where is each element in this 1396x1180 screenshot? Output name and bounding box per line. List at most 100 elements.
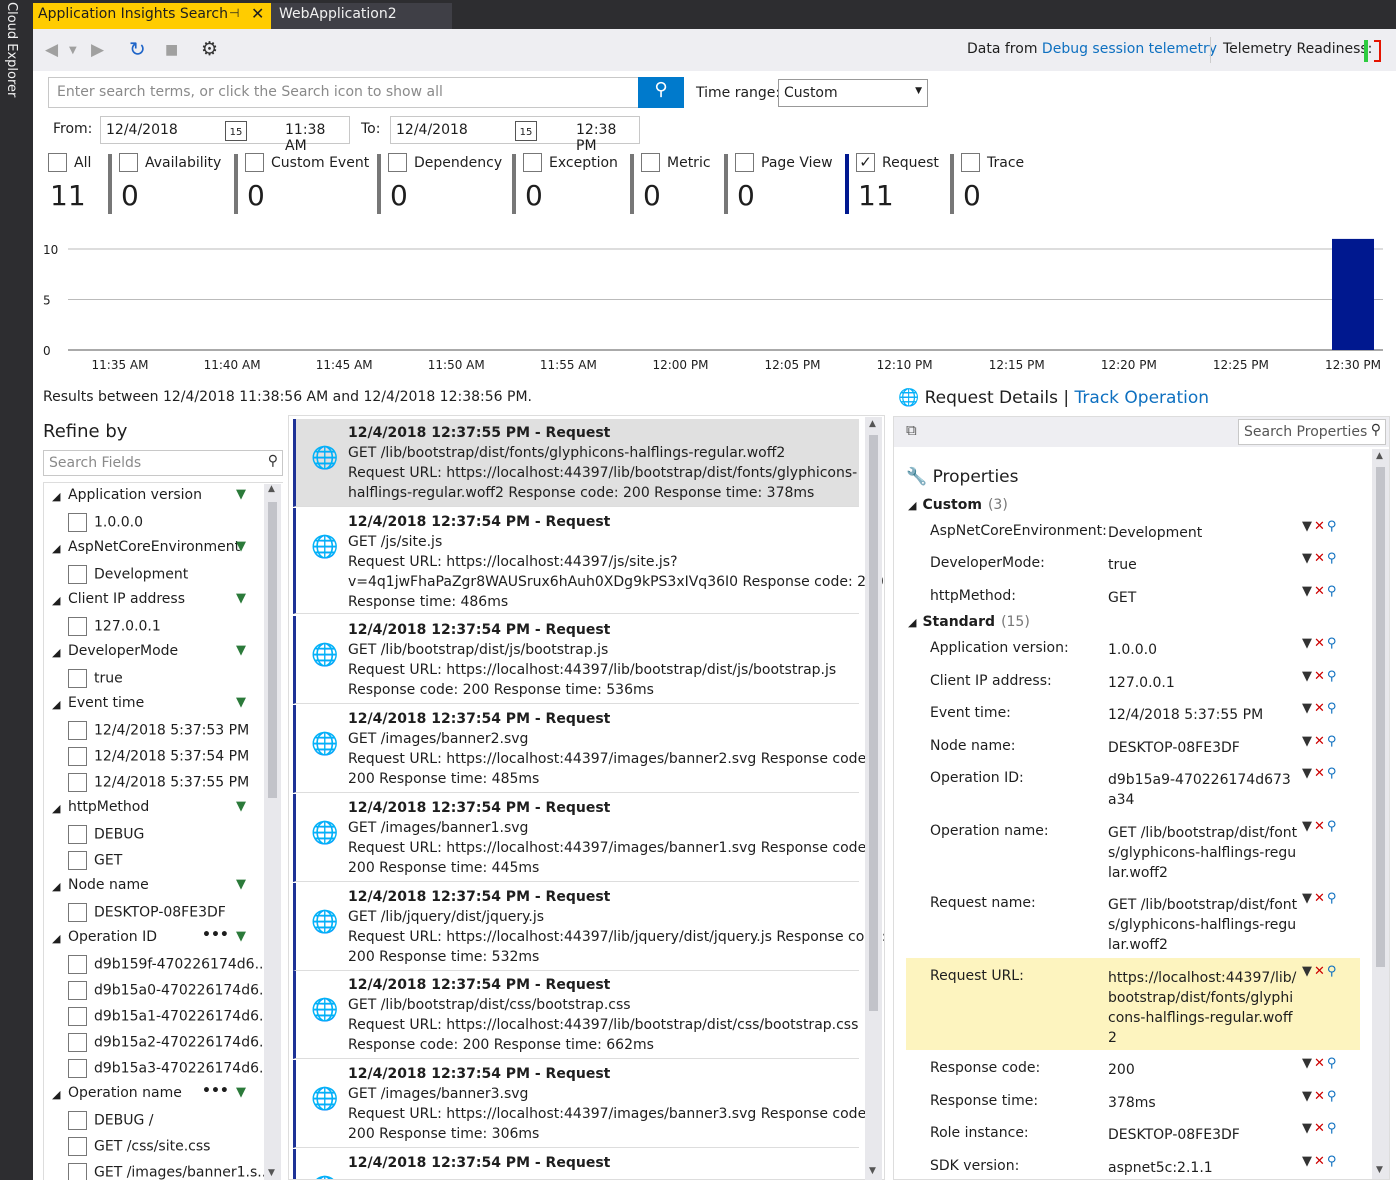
filter-icon[interactable]: ▼ bbox=[1302, 964, 1314, 979]
stop-icon[interactable]: ■ bbox=[165, 42, 178, 58]
data-source-link[interactable]: Debug session telemetry bbox=[1042, 41, 1217, 57]
refine-item[interactable]: 12/4/2018 5:37:54 PM bbox=[68, 747, 249, 766]
checkbox[interactable] bbox=[68, 1007, 87, 1026]
refine-item[interactable]: 12/4/2018 5:37:55 PM bbox=[68, 773, 249, 792]
histogram-bar[interactable] bbox=[1332, 238, 1374, 350]
property-group-standard[interactable]: ◢ Standard (15) bbox=[908, 614, 1030, 630]
filter-icon[interactable]: ▼ bbox=[1302, 819, 1314, 834]
refine-item[interactable]: 12/4/2018 5:37:53 PM bbox=[68, 721, 249, 740]
forward-icon[interactable]: ▶ bbox=[91, 40, 104, 60]
search-value-icon[interactable]: ⚲ bbox=[1327, 766, 1339, 781]
from-date-picker[interactable]: 12/4/2018 15 11:38 AM bbox=[100, 116, 350, 154]
field-search-input[interactable]: Search Fields ⚲ bbox=[43, 450, 283, 476]
checkbox[interactable] bbox=[119, 153, 138, 172]
telemetry-histogram[interactable]: 10 5 0 11:35 AM 11:40 AM 11:45 AM 11:50 AM 11:5… bbox=[33, 230, 1396, 380]
scrollbar-thumb[interactable] bbox=[869, 435, 878, 1011]
refine-group[interactable]: Node name bbox=[68, 877, 149, 893]
search-value-icon[interactable]: ⚲ bbox=[1327, 551, 1339, 566]
refine-group[interactable]: Client IP address bbox=[68, 591, 185, 607]
collapse-icon[interactable]: ◢ bbox=[52, 880, 60, 893]
to-date-picker[interactable]: 12/4/2018 15 12:38 PM bbox=[390, 116, 640, 154]
property-group-custom[interactable]: ◢ Custom (3) bbox=[908, 497, 1008, 513]
type-filter-availability[interactable]: Availability 0 bbox=[119, 153, 221, 212]
checkbox[interactable] bbox=[961, 153, 980, 172]
search-icon[interactable]: ⚲ bbox=[268, 453, 278, 469]
cloud-explorer-label[interactable]: Cloud Explorer bbox=[4, 2, 19, 97]
type-filter-trace[interactable]: Trace 0 bbox=[961, 153, 1024, 212]
filter-icon[interactable]: ▼ bbox=[236, 929, 246, 944]
type-filter-request[interactable]: ✓ Request 11 bbox=[856, 153, 939, 212]
close-icon[interactable]: ✕ bbox=[251, 4, 264, 23]
checkbox-checked[interactable]: ✓ bbox=[856, 153, 875, 172]
collapse-icon[interactable]: ◢ bbox=[52, 490, 60, 503]
request-list-item[interactable]: 🌐 12/4/2018 12:37:54 PM - Request GET /ima… bbox=[293, 794, 871, 882]
refine-group[interactable]: DeveloperMode bbox=[68, 643, 178, 659]
search-value-icon[interactable]: ⚲ bbox=[1327, 636, 1339, 651]
checkbox[interactable] bbox=[245, 153, 264, 172]
filter-icon[interactable]: ▼ bbox=[1302, 519, 1314, 534]
refine-item[interactable]: d9b15a0-470226174d6... bbox=[68, 981, 272, 1000]
gear-icon[interactable]: ⚙ bbox=[201, 38, 218, 60]
type-filter-exception[interactable]: Exception 0 bbox=[523, 153, 618, 212]
filter-icon[interactable]: ▼ bbox=[1302, 669, 1314, 684]
exclude-filter-icon[interactable]: ✕ bbox=[1314, 734, 1327, 749]
search-button[interactable]: ⚲ bbox=[638, 77, 684, 108]
calendar-icon[interactable]: 15 bbox=[515, 121, 537, 141]
checkbox[interactable] bbox=[68, 851, 87, 870]
property-search-input[interactable]: Search Properties ⚲ bbox=[1238, 419, 1386, 445]
pin-icon[interactable]: ⊣ bbox=[229, 6, 239, 20]
collapse-icon[interactable]: ◢ bbox=[52, 646, 60, 659]
from-date[interactable]: 12/4/2018 bbox=[106, 122, 178, 138]
type-filter-dependency[interactable]: Dependency 0 bbox=[388, 153, 502, 212]
search-value-icon[interactable]: ⚲ bbox=[1327, 964, 1339, 979]
refine-item[interactable]: DESKTOP-08FE3DF bbox=[68, 903, 226, 922]
checkbox[interactable] bbox=[68, 565, 87, 584]
search-value-icon[interactable]: ⚲ bbox=[1327, 1056, 1339, 1071]
checkbox[interactable] bbox=[68, 773, 87, 792]
exclude-filter-icon[interactable]: ✕ bbox=[1314, 1056, 1327, 1071]
refine-item[interactable]: d9b15a1-470226174d6... bbox=[68, 1007, 272, 1026]
search-value-icon[interactable]: ⚲ bbox=[1327, 1154, 1339, 1169]
collapse-icon[interactable]: ◢ bbox=[52, 1088, 60, 1101]
scroll-down-icon[interactable]: ▼ bbox=[268, 1168, 275, 1178]
checkbox[interactable] bbox=[523, 153, 542, 172]
filter-icon[interactable]: ▼ bbox=[236, 799, 246, 814]
filter-icon[interactable]: ▼ bbox=[1302, 766, 1314, 781]
checkbox[interactable] bbox=[68, 669, 87, 688]
checkbox[interactable] bbox=[735, 153, 754, 172]
type-filter-all[interactable]: All 11 bbox=[48, 153, 91, 212]
results-list[interactable]: 🌐 12/4/2018 12:37:55 PM - Request GET /lib… bbox=[288, 415, 885, 1180]
more-icon[interactable]: ••• bbox=[202, 1083, 229, 1099]
refine-group[interactable]: httpMethod bbox=[68, 799, 149, 815]
details-scrollbar[interactable]: ▲ ▼ bbox=[1372, 449, 1389, 1179]
request-list-item[interactable]: 🌐 12/4/2018 12:37:54 PM - Request GET /lib… bbox=[293, 616, 859, 704]
refine-group[interactable]: Application version bbox=[68, 487, 202, 503]
filter-icon[interactable]: ▼ bbox=[236, 877, 246, 892]
filter-icon[interactable]: ▼ bbox=[1302, 1154, 1314, 1169]
exclude-filter-icon[interactable]: ✕ bbox=[1314, 1121, 1327, 1136]
filter-icon[interactable]: ▼ bbox=[236, 1085, 246, 1100]
exclude-filter-icon[interactable]: ✕ bbox=[1314, 1089, 1327, 1104]
refine-group[interactable]: Event time bbox=[68, 695, 144, 711]
type-filter-metric[interactable]: Metric 0 bbox=[641, 153, 711, 212]
back-icon[interactable]: ◀ bbox=[45, 40, 58, 60]
exclude-filter-icon[interactable]: ✕ bbox=[1314, 701, 1327, 716]
exclude-filter-icon[interactable]: ✕ bbox=[1314, 766, 1327, 781]
scroll-down-icon[interactable]: ▼ bbox=[869, 1166, 876, 1176]
filter-icon[interactable]: ▼ bbox=[1302, 1121, 1314, 1136]
checkbox[interactable] bbox=[68, 747, 87, 766]
refine-group[interactable]: AspNetCoreEnvironment bbox=[68, 539, 240, 555]
collapse-icon[interactable]: ◢ bbox=[52, 594, 60, 607]
refine-item[interactable]: 127.0.0.1 bbox=[68, 617, 161, 636]
tab-application-insights-search[interactable]: Application Insights Search ⊣ ✕ bbox=[33, 3, 271, 29]
request-list-item[interactable]: 🌐 12/4/2018 12:37:55 PM - Request GET /lib… bbox=[293, 419, 859, 507]
checkbox[interactable] bbox=[68, 1137, 87, 1156]
search-icon[interactable]: ⚲ bbox=[1371, 422, 1381, 438]
scroll-down-icon[interactable]: ▼ bbox=[1376, 1165, 1383, 1175]
filter-icon[interactable]: ▼ bbox=[1302, 1056, 1314, 1071]
filter-icon[interactable]: ▼ bbox=[236, 539, 246, 554]
filter-icon[interactable]: ▼ bbox=[236, 695, 246, 710]
to-date[interactable]: 12/4/2018 bbox=[396, 122, 468, 138]
refine-item[interactable]: d9b159f-470226174d6... bbox=[68, 955, 268, 974]
search-value-icon[interactable]: ⚲ bbox=[1327, 701, 1339, 716]
